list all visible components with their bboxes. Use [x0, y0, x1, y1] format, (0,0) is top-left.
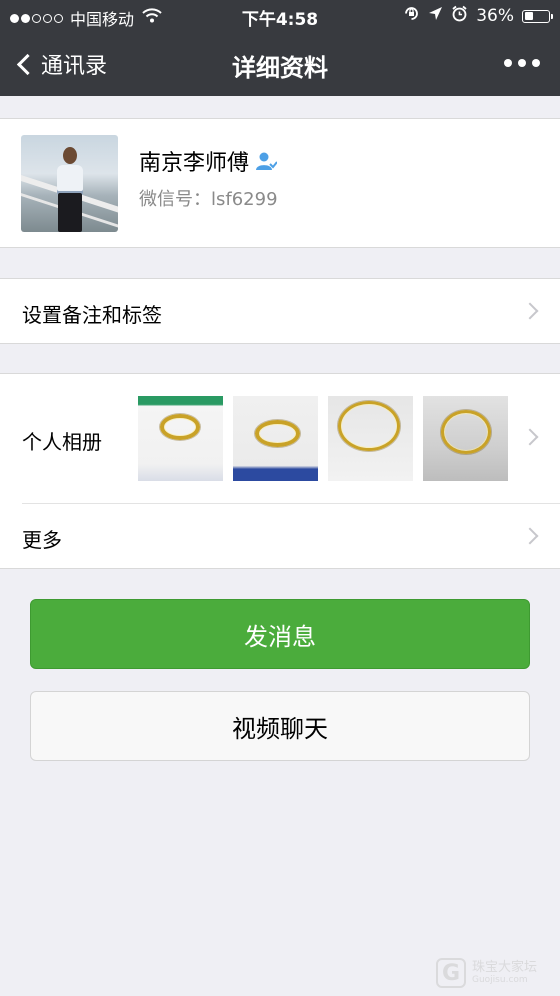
album-photo-1	[138, 396, 223, 481]
watermark-logo: G	[436, 958, 466, 988]
album-more-card: 个人相册 更多	[0, 373, 560, 569]
battery-percent: 36%	[476, 6, 514, 26]
album-photo-3	[328, 396, 413, 481]
watermark: G 珠宝大家坛 Guojisu.com	[436, 958, 537, 988]
location-icon	[428, 6, 443, 26]
page-title: 详细资料	[232, 54, 328, 82]
avatar[interactable]	[21, 135, 118, 232]
chevron-right-icon	[521, 302, 539, 320]
profile-name-row: 南京李师傅	[139, 145, 278, 177]
video-call-button[interactable]: 视频聊天	[30, 691, 530, 761]
send-message-button[interactable]: 发消息	[30, 599, 530, 669]
more-dots-icon[interactable]	[504, 59, 540, 67]
album-photo-2	[233, 396, 318, 481]
profile-name: 南京李师傅	[139, 151, 250, 176]
set-remark-tags-label: 设置备注和标签	[22, 303, 162, 327]
rotation-lock-icon	[403, 5, 420, 27]
album-photo-4	[423, 396, 508, 481]
chevron-right-icon	[521, 428, 539, 446]
more-row[interactable]: 更多	[0, 504, 560, 570]
profile-card: 南京李师傅 微信号：lsf6299	[0, 118, 560, 248]
wechat-id: 微信号：lsf6299	[139, 189, 278, 210]
watermark-subtext: Guojisu.com	[472, 975, 528, 985]
watermark-text: 珠宝大家坛	[472, 960, 538, 975]
status-bar-right: 36%	[403, 5, 553, 27]
alarm-icon	[451, 5, 468, 27]
contact-person-icon	[255, 151, 278, 171]
personal-album-row[interactable]: 个人相册	[0, 374, 560, 503]
navigation-bar: 通讯录 详细资料	[0, 32, 560, 96]
set-remark-tags-row[interactable]: 设置备注和标签	[0, 278, 560, 344]
battery-level	[524, 12, 533, 20]
contact-detail-screen: 中国移动 下午4:58 36% 通讯录 详细资料 南京李师傅 微信号：lsf62…	[0, 0, 560, 996]
chevron-right-icon	[521, 527, 539, 545]
battery-icon	[522, 9, 553, 23]
more-label: 更多	[22, 528, 62, 552]
status-bar: 中国移动 下午4:58 36%	[0, 0, 560, 32]
personal-album-label: 个人相册	[22, 430, 102, 454]
album-thumbnails	[138, 396, 508, 481]
